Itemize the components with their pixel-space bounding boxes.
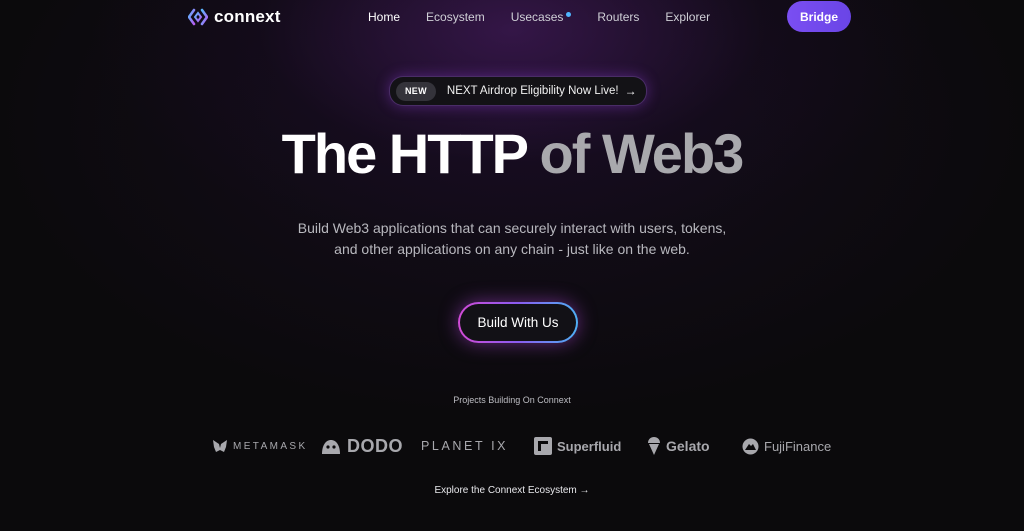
hero-subtitle-line1: Build Web3 applications that can securel…	[297, 220, 727, 236]
nav-usecases-label: Usecases	[510, 10, 564, 24]
partner-planet-ix[interactable]: PLANET IX	[421, 434, 508, 458]
explore-ecosystem-link[interactable]: Explore the Connext Ecosystem →	[0, 485, 1024, 496]
partner-fujifinance-name: FujiFinance	[764, 438, 832, 454]
hero-subtitle: Build Web3 applications that can securel…	[280, 218, 744, 260]
new-badge: NEW	[396, 81, 436, 101]
fuji-icon	[742, 438, 759, 454]
metamask-icon	[213, 440, 227, 452]
hero-title: The HTTP of Web3	[0, 124, 1024, 184]
hero-title-part2: of Web3	[539, 122, 745, 185]
partner-superfluid[interactable]: Superfluid	[534, 434, 621, 458]
superfluid-icon	[534, 437, 552, 455]
nav-explorer[interactable]: Explorer	[665, 10, 710, 24]
main-nav: Home Ecosystem Usecases Routers Explorer	[368, 10, 710, 24]
partner-dodo[interactable]: DODO	[320, 434, 403, 458]
hero-title-part1: The HTTP	[281, 122, 528, 185]
arrow-right-icon: →	[624, 84, 637, 98]
build-with-us-label: Build With Us	[460, 304, 576, 341]
projects-label: Projects Building On Connext	[453, 395, 571, 405]
connext-logo[interactable]: connext	[188, 7, 281, 27]
build-with-us-button[interactable]: Build With Us	[458, 302, 578, 343]
bridge-button[interactable]: Bridge	[787, 1, 851, 32]
announcement-text: NEXT Airdrop Eligibility Now Live!	[446, 85, 619, 97]
nav-usecases[interactable]: Usecases	[511, 10, 572, 24]
partner-metamask-name: METAMASK	[233, 440, 308, 452]
announcement-pill[interactable]: NEW NEXT Airdrop Eligibility Now Live! →	[389, 76, 647, 106]
nav-routers[interactable]: Routers	[597, 10, 639, 24]
partner-dodo-name: DODO	[347, 435, 403, 456]
connext-logo-icon	[188, 8, 208, 26]
new-indicator-dot	[566, 11, 572, 17]
partner-metamask[interactable]: METAMASK	[212, 434, 308, 458]
gelato-icon	[648, 437, 660, 455]
hero-subtitle-line2: and other applications on any chain - ju…	[334, 241, 690, 257]
nav-home[interactable]: Home	[368, 10, 400, 24]
logo-text: connext	[214, 7, 281, 26]
partner-gelato[interactable]: Gelato	[647, 434, 710, 458]
partner-superfluid-name: Superfluid	[557, 438, 622, 454]
partner-planet-ix-name: PLANET IX	[421, 439, 509, 453]
partner-fujifinance[interactable]: FujiFinance	[742, 434, 831, 458]
nav-ecosystem[interactable]: Ecosystem	[426, 10, 485, 24]
partner-gelato-name: Gelato	[666, 438, 710, 454]
dodo-icon	[322, 440, 340, 454]
